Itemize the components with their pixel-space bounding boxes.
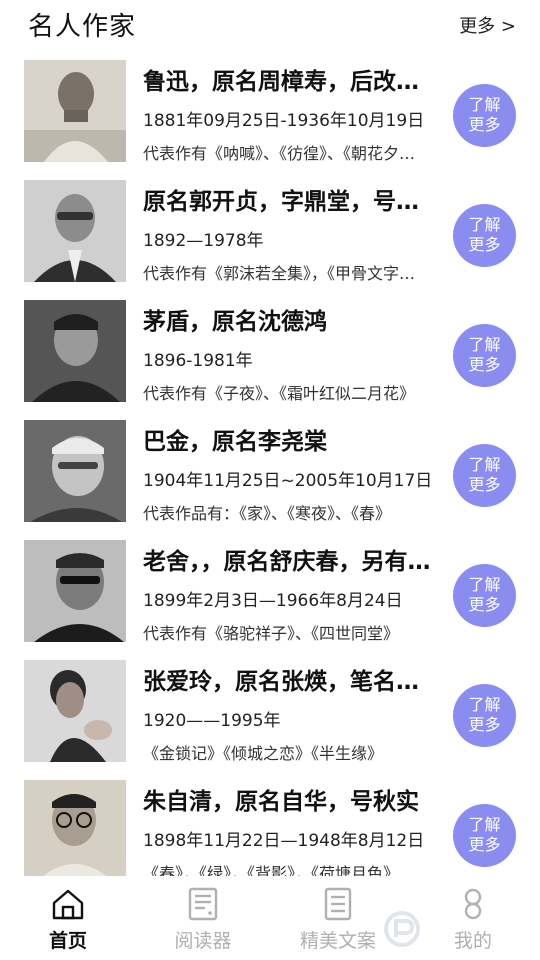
learn-more-label-1: 了解	[468, 575, 501, 594]
author-dates: 1881年09月25日-1936年10月19日	[143, 111, 425, 131]
learn-more-label-2: 更多	[468, 715, 501, 734]
author-dates: 1920——1995年	[143, 711, 281, 731]
author-photo	[24, 660, 126, 762]
author-works: 代表作有《郭沫若全集》，《甲骨文字研究》	[143, 264, 425, 283]
page-title: 名人作家	[28, 12, 137, 42]
author-name: 朱自清，原名自华，号秋实	[143, 789, 419, 815]
learn-more-button[interactable]: 了解 更多	[453, 444, 516, 507]
watermark-icon	[384, 911, 420, 947]
author-works: 代表作有《骆驼祥子》、《四世同堂》	[143, 624, 400, 643]
learn-more-label-1: 了解	[468, 695, 501, 714]
author-dates: 1892—1978年	[143, 231, 264, 251]
learn-more-label-2: 更多	[468, 235, 501, 254]
list-item[interactable]: 原名郭开贞，字鼎堂，号尚武 1892—1978年 代表作有《郭沫若全集》，《甲骨…	[0, 178, 540, 298]
header: 名人作家 更多 >	[0, 0, 540, 50]
learn-more-button[interactable]: 了解 更多	[453, 204, 516, 267]
author-photo	[24, 180, 126, 282]
learn-more-label-1: 了解	[468, 95, 501, 114]
learn-more-label-1: 了解	[468, 215, 501, 234]
list-item[interactable]: 张爱玲，原名张煐，笔名梁京 1920——1995年 《金锁记》《倾城之恋》《半生…	[0, 658, 540, 778]
author-photo	[24, 540, 126, 642]
author-dates: 1898年11月22日—1948年8月12日	[143, 831, 425, 851]
author-photo	[24, 780, 126, 882]
watermark-logo	[380, 905, 540, 955]
author-name: 巴金，原名李尧棠	[143, 429, 327, 455]
learn-more-button[interactable]: 了解 更多	[453, 804, 516, 867]
home-icon	[52, 889, 84, 920]
author-works: 代表作有《呐喊》、《彷徨》、《朝花夕拾》	[143, 144, 425, 163]
learn-more-label-2: 更多	[468, 595, 501, 614]
list-item[interactable]: 茅盾，原名沈德鸿 1896-1981年 代表作有《子夜》、《霜叶红似二月花》 了…	[0, 298, 540, 418]
author-dates: 1899年2月3日—1966年8月24日	[143, 591, 403, 611]
tab-home[interactable]: 首页	[8, 886, 128, 953]
learn-more-button[interactable]: 了解 更多	[453, 84, 516, 147]
author-dates: 1904年11月25日~2005年10月17日	[143, 471, 433, 491]
author-works: 代表作有《子夜》、《霜叶红似二月花》	[143, 384, 416, 403]
author-list: 鲁迅，原名周樟寿，后改名周树人 1881年09月25日-1936年10月19日 …	[0, 58, 540, 898]
learn-more-label-1: 了解	[468, 335, 501, 354]
learn-more-button[interactable]: 了解 更多	[453, 324, 516, 387]
learn-more-label-2: 更多	[468, 475, 501, 494]
tab-reader[interactable]: 阅读器	[143, 886, 263, 953]
author-photo	[24, 420, 126, 522]
document-icon	[324, 887, 352, 921]
more-link[interactable]: 更多 >	[459, 12, 516, 38]
learn-more-label-1: 了解	[468, 455, 501, 474]
author-photo	[24, 60, 126, 162]
author-name: 张爱玲，原名张煐，笔名梁京	[143, 669, 433, 695]
learn-more-label-2: 更多	[468, 355, 501, 374]
learn-more-label-1: 了解	[468, 815, 501, 834]
reader-icon	[188, 887, 218, 921]
author-name: 茅盾，原名沈德鸿	[143, 309, 327, 335]
learn-more-label-2: 更多	[468, 835, 501, 854]
learn-more-button[interactable]: 了解 更多	[453, 684, 516, 747]
author-name: 原名郭开贞，字鼎堂，号尚武	[143, 189, 433, 215]
tab-home-label: 首页	[48, 930, 87, 952]
list-item[interactable]: 巴金，原名李尧棠 1904年11月25日~2005年10月17日 代表作品有：《…	[0, 418, 540, 538]
author-works: 《金锁记》《倾城之恋》《半生缘》	[143, 744, 384, 763]
author-name: 老舍，，原名舒庆春，另有笔名	[143, 549, 433, 575]
author-photo	[24, 300, 126, 402]
learn-more-button[interactable]: 了解 更多	[453, 564, 516, 627]
author-name: 鲁迅，原名周樟寿，后改名周树人	[143, 69, 433, 95]
list-item[interactable]: 鲁迅，原名周樟寿，后改名周树人 1881年09月25日-1936年10月19日 …	[0, 58, 540, 178]
author-dates: 1896-1981年	[143, 351, 253, 371]
tab-reader-label: 阅读器	[174, 930, 232, 952]
list-item[interactable]: 老舍，，原名舒庆春，另有笔名 1899年2月3日—1966年8月24日 代表作有…	[0, 538, 540, 658]
author-works: 代表作品有：《家》、《寒夜》、《春》	[143, 504, 392, 523]
learn-more-label-2: 更多	[468, 115, 501, 134]
